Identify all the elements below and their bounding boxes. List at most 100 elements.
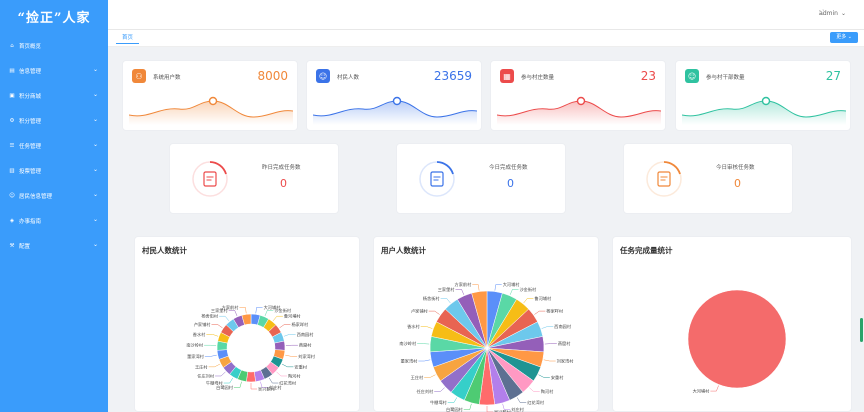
label-leader-line [440,298,451,304]
slice-label: 白鹭园村 [446,406,464,412]
task-ring-icon [192,161,228,197]
slice-label: 刘家湾村 [557,358,575,365]
label-leader-line [710,385,719,392]
sidebar-item[interactable]: ◈ 办事指南 ⌄ [0,211,108,231]
more-button[interactable]: 更多 ⌄ [830,32,858,43]
sidebar-item[interactable]: ▥ 投票管理 ⌄ [0,161,108,181]
slice-label: 燕窟村 [299,342,312,349]
slice-label: 香水村 [193,331,206,338]
scrollbar-thumb[interactable] [860,318,863,342]
user-chart-panel: 用户人数统计 大河埔村 沙金街村 鲁河埔村 杨家咩村 西南园村 燕窟村 刘家湾村 安重村 陶河村… [373,236,599,412]
slice-label: 杨舍街村 [423,295,441,302]
stat-value: 27 [825,69,841,83]
guide-icon: ◈ [9,218,15,224]
slice-label: 大河埔村 [693,388,711,395]
label-leader-line [264,310,274,316]
sidebar-item[interactable]: ⚙ 积分管理 ⌄ [0,111,108,131]
label-leader-line [523,298,534,304]
label-leader-line [424,374,436,378]
chevron-down-icon: ⌄ [92,91,98,98]
trend-wave [129,96,293,125]
chevron-down-icon: ⌄ [840,10,846,17]
user-menu[interactable]: admin ⌄ [819,10,846,17]
slice-label: 杨家咩村 [291,321,309,328]
sidebar-item-label: 配置 [19,244,31,250]
slice-label: 鲁河埔村 [534,295,552,302]
villager-count-chart: 大河埔村沙金街村鲁河埔村杨家咩村西南园村燕窟村刘家湾村安重村陶河村红花湾村刘庄村… [186,304,315,393]
slice-label: 吴兴鹅村 [494,409,512,412]
label-leader-line [447,397,458,403]
chevron-down-icon: ⌄ [92,191,98,198]
label-leader-line [543,359,556,362]
label-leader-line [494,284,502,291]
task-value: 0 [507,177,514,190]
stat-icon: ☺ [685,69,699,83]
sidebar-item-label: 办事指南 [19,219,42,225]
label-leader-line [204,354,217,357]
slice-label: 杨家咩村 [546,308,564,315]
label-leader-line [276,371,287,377]
slice-label: 沙金街村 [519,286,537,293]
slice-label: 吴兴鹅村 [258,386,276,393]
users-icon: ☺ [9,193,15,199]
gear-icon: ⚙ [9,118,15,124]
slice-label: 王庄村 [195,363,208,370]
label-leader-line [279,324,291,329]
label-leader-line [455,289,465,295]
top-bar: ⛶ admin ⌄ [108,0,864,30]
slice-label: 西南园村 [297,331,315,338]
task-card: 今日完成任务数 0 [396,143,566,214]
sidebar-item-label: 任务管理 [19,144,42,150]
label-leader-line [283,334,296,337]
villager-chart-panel: 村民人数统计 大河埔村 沙金街村 鲁河埔村 杨家咩村 西南园村 燕窟村 刘家湾村 安重村 陶河村… [134,236,360,412]
sidebar-item[interactable]: ▣ 积分商城 ⌄ [0,86,108,106]
stat-icon: ☺ [316,69,330,83]
sidebar-item-label: 居民信息管理 [19,194,53,200]
task-completion-chart: 大河埔村 [687,289,787,395]
label-leader-line [228,310,238,316]
slice-label: 燕窟村 [558,340,571,347]
label-leader-line [420,326,433,329]
home-icon: ⌂ [10,43,14,49]
slice-label: 陶河村 [288,372,301,379]
slice-label: 任庄刘村 [197,372,215,379]
task-ring-icon [419,161,455,197]
slice-label: 大河埔村 [503,281,521,288]
more-label: 更多 [836,34,847,40]
task-label: 昨日完成任务数 [262,165,301,171]
slice-label: 南沙岭村 [186,342,204,349]
label-leader-line [281,363,294,368]
task-ring-icon [646,161,682,197]
slice-label: 红花湾村 [527,399,545,406]
slice-label: 南沙岭村 [399,340,417,347]
label-leader-line [255,307,263,314]
app-logo: “捡正”人家 [17,10,91,26]
sidebar-item[interactable]: ☺ 居民信息管理 ⌄ [0,186,108,206]
slice-label: 卢家铺村 [194,321,212,328]
task-card: 今日审核任务数 0 [623,143,793,214]
slice-label: 鲁河埔村 [284,313,302,320]
sidebar-item[interactable]: ⚒ 配置 ⌄ [0,236,108,256]
user-count-chart: 大河埔村沙金街村鲁河埔村杨家咩村西南园村燕窟村刘家湾村安重村陶河村红花湾村刘庄村… [399,281,575,412]
chevron-down-icon: ⌄ [92,166,98,173]
chevron-down-icon: ⌄ [92,116,98,123]
pie-slice[interactable] [687,289,787,389]
label-leader-line [219,315,230,322]
slice-label: 安重村 [551,374,564,381]
label-leader-line [239,307,247,314]
sidebar-item[interactable]: ☰ 任务管理 ⌄ [0,136,108,156]
label-leader-line [223,377,234,384]
stat-icon: ▦ [500,69,514,83]
stat-card: ▦ 参与村庄数量 23 [490,60,666,131]
task-chart-panel: 任务完成量统计 大河埔村 [612,236,852,412]
user-name: admin [819,10,838,17]
stat-value: 23659 [433,69,472,83]
sidebar-item[interactable]: ⌂ 首页概览 [0,36,108,56]
trend-wave [682,96,846,125]
sidebar-item[interactable]: ▤ 信息管理 ⌄ [0,61,108,81]
label-leader-line [509,289,519,295]
sidebar-item-label: 信息管理 [19,69,42,75]
chevron-down-icon: ⌄ [92,216,98,223]
tab-home[interactable]: 首页 [116,32,140,44]
config-icon: ⚒ [9,243,15,249]
